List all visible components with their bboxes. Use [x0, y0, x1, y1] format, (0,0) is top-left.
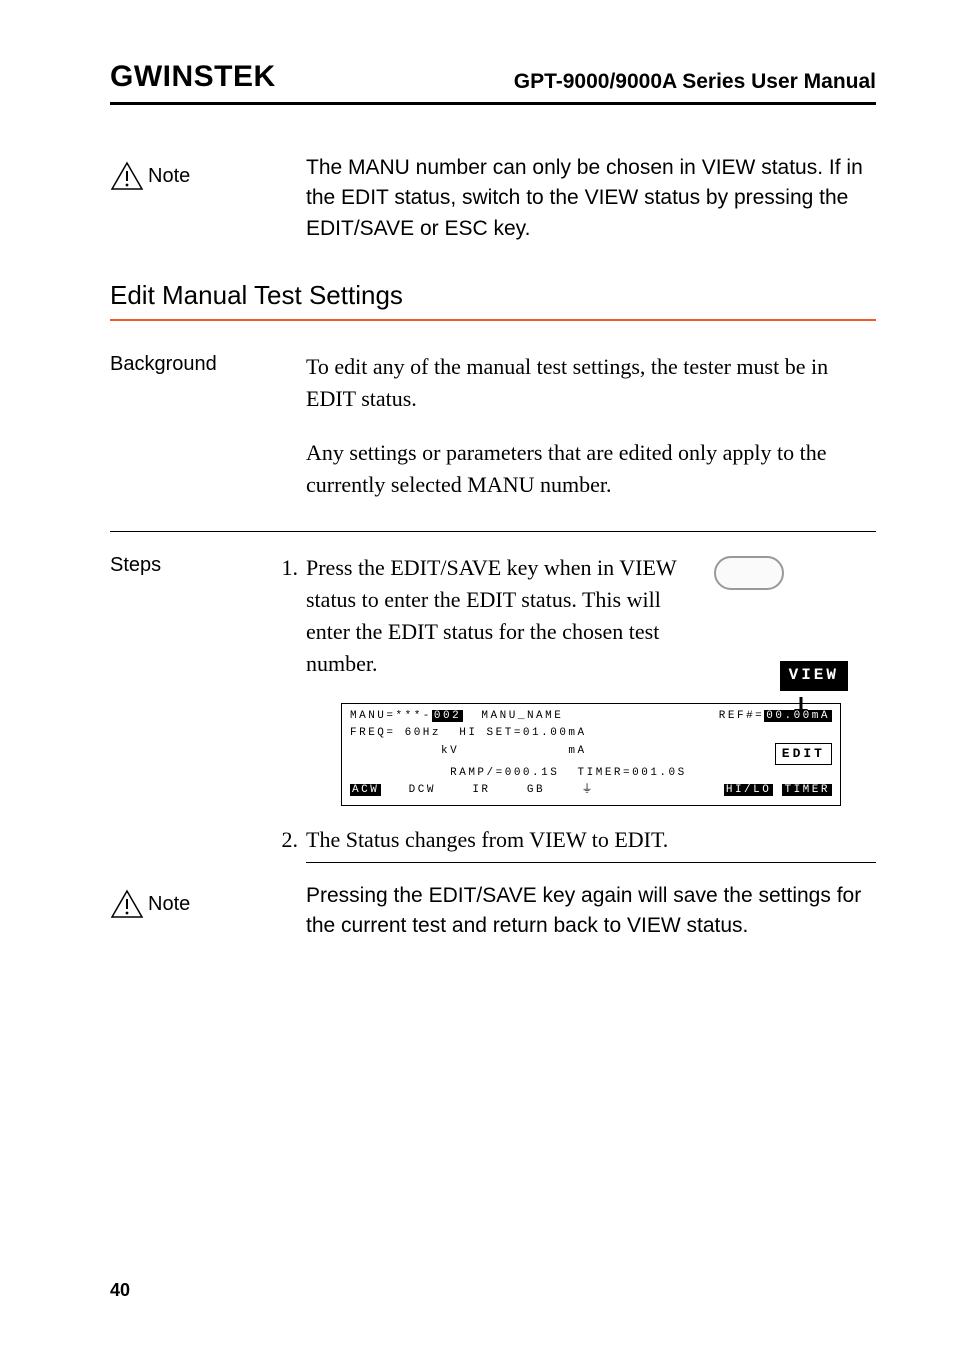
warning-icon — [110, 161, 144, 191]
step-text-2: The Status changes from VIEW to EDIT. — [306, 824, 876, 856]
page-header: GWINSTEK GPT-9000/9000A Series User Manu… — [110, 60, 876, 105]
step-1: 1. Press the EDIT/SAVE key when in VIEW … — [306, 552, 876, 680]
brand-logo: GWINSTEK — [110, 60, 276, 94]
lcd-screen: MANU=***-002 MANU_NAME REF#=00.00mA FREQ… — [341, 703, 841, 805]
lcd-line-5: ACW DCW IR GB ⏚ HI/LO TIMER — [350, 782, 832, 799]
view-status-box: VIEW — [780, 661, 848, 690]
step-text-1: Press the EDIT/SAVE key when in VIEW sta… — [306, 552, 706, 680]
note-label-2: Note — [148, 889, 190, 919]
note-text-2: Pressing the EDIT/SAVE key again will sa… — [306, 881, 876, 942]
note-label: Note — [148, 161, 190, 191]
note-label-wrap: Note — [110, 153, 306, 244]
note-block-1: Note The MANU number can only be chosen … — [110, 153, 876, 244]
background-label: Background — [110, 351, 306, 507]
background-body: To edit any of the manual test settings,… — [306, 351, 876, 507]
edit-save-key-icon — [714, 556, 784, 590]
section-heading: Edit Manual Test Settings — [110, 280, 876, 321]
note-block-2: Note Pressing the EDIT/SAVE key again wi… — [110, 881, 876, 942]
steps-label: Steps — [110, 552, 306, 863]
warning-icon — [110, 889, 144, 919]
manual-title: GPT-9000/9000A Series User Manual — [514, 70, 876, 94]
note-text: The MANU number can only be chosen in VI… — [306, 153, 876, 244]
background-row: Background To edit any of the manual tes… — [110, 351, 876, 507]
lcd-line-4: RAMP/=000.1S TIMER=001.0S — [350, 765, 832, 782]
lcd-line-3: kV mAEDIT — [350, 743, 832, 765]
note-label-wrap-2: Note — [110, 881, 306, 942]
lcd-line-2: FREQ= 60Hz HI SET=01.00mA — [350, 725, 832, 742]
page-number: 40 — [110, 1280, 130, 1301]
background-para-1: To edit any of the manual test settings,… — [306, 351, 876, 415]
steps-body: 1. Press the EDIT/SAVE key when in VIEW … — [306, 552, 876, 863]
step-2: 2. The Status changes from VIEW to EDIT. — [306, 824, 876, 863]
step-num-1: 1. — [272, 552, 298, 584]
lcd-line-1: MANU=***-002 MANU_NAME REF#=00.00mA — [350, 708, 832, 725]
steps-row: Steps 1. Press the EDIT/SAVE key when in… — [110, 552, 876, 863]
step-num-2: 2. — [272, 824, 298, 856]
divider — [110, 531, 876, 532]
lcd-diagram: VIEW MANU=***-002 MANU_NAME REF#=00.00mA… — [306, 703, 876, 805]
background-para-2: Any settings or parameters that are edit… — [306, 437, 876, 501]
